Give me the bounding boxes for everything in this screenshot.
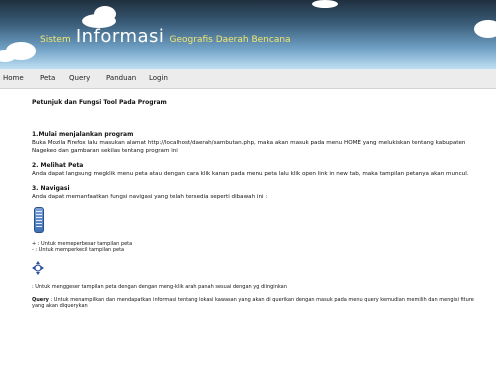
section-2-title-text: 2. Melihat Peta <box>32 162 84 169</box>
nav-item-login[interactable]: Login <box>149 74 168 82</box>
section-1-title-text: 1.Mulai menjalankan program <box>32 131 134 138</box>
nav-item-home[interactable]: Home <box>3 74 24 82</box>
cloud-decoration <box>474 20 496 38</box>
site-title-main: Informasi <box>75 26 165 47</box>
section-3-text: Anda dapat memanfaatkan fungsi navigasi … <box>32 194 268 200</box>
site-title-suffix: Geografis Daerah Bencana <box>169 35 291 45</box>
nav-item-query[interactable]: Query <box>69 74 90 82</box>
section-2-title: 2. Melihat Peta <box>32 162 480 169</box>
section-3-title: 3. Navigasi <box>32 185 480 192</box>
nav-item-panduan[interactable]: Panduan <box>106 74 136 82</box>
query-description: : Untuk menampilkan dan mendapatkan info… <box>32 297 474 309</box>
zoom-bar-icon <box>34 207 44 233</box>
section-2-text: Anda dapat langsung megklik menu peta at… <box>32 171 469 177</box>
page-heading: Petunjuk dan Fungsi Tool Pada Program <box>32 99 167 106</box>
header-banner: Sistem Informasi Geografis Daerah Bencan… <box>0 0 496 69</box>
cloud-decoration <box>0 50 16 62</box>
help-content: Petunjuk dan Fungsi Tool Pada Program 1.… <box>32 99 480 309</box>
cloud-decoration <box>94 6 116 22</box>
zoom-out-text: - : Untuk memperkecil tampilan peta <box>32 247 125 253</box>
site-title-prefix: Sistem <box>40 35 71 45</box>
section-1-title: 1.Mulai menjalankan program <box>32 131 480 138</box>
section-1-text: Buka Mozila Firefox lalu masukan alamat … <box>32 140 466 154</box>
pan-arrows-icon <box>32 260 480 279</box>
site-title: Sistem Informasi Geografis Daerah Bencan… <box>40 26 291 47</box>
nav-item-peta[interactable]: Peta <box>40 74 55 82</box>
section-3-title-text: 3. Navigasi <box>32 185 70 192</box>
query-text: Query : Untuk menampilkan dan mendapatka… <box>32 297 480 309</box>
cloud-decoration <box>312 0 338 8</box>
main-nav: Home Peta Query Panduan Login <box>0 69 496 89</box>
